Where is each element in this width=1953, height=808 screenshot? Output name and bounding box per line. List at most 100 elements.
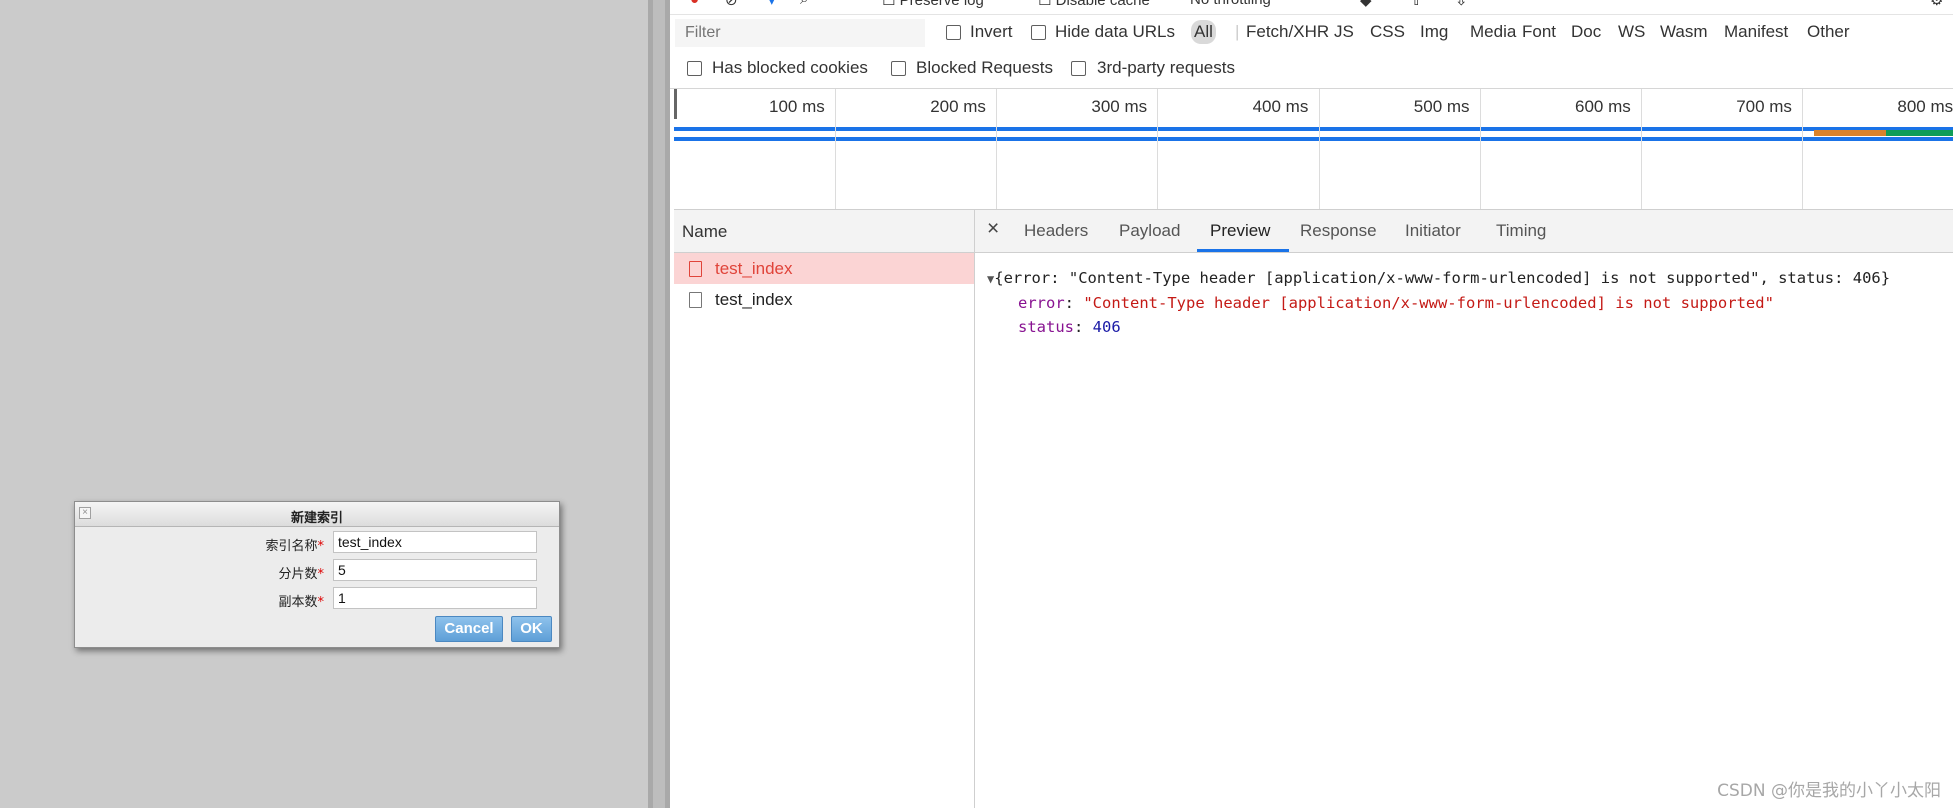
document-icon (689, 261, 702, 277)
type-filter-media[interactable]: Media (1470, 22, 1516, 42)
type-filter-js[interactable]: JS (1334, 22, 1354, 42)
upload-icon[interactable]: ⇧ (1410, 0, 1423, 9)
name-column-header[interactable]: Name (674, 210, 974, 253)
replicas-label: 副本数* (278, 595, 324, 610)
shards-label: 分片数* (278, 567, 324, 582)
timeline-gridline (996, 89, 998, 209)
timeline-gridline (1479, 89, 1481, 209)
type-filter-wasm[interactable]: Wasm (1660, 22, 1708, 42)
record-icon[interactable]: ● (690, 0, 699, 8)
has-blocked-cookies-checkbox[interactable] (687, 61, 702, 76)
request-name: test_index (715, 259, 793, 278)
watermark: CSDN @你是我的小丫小太阳 (1717, 781, 1941, 801)
json-key: error (1018, 294, 1065, 312)
dialog-title: 新建索引 (290, 511, 343, 526)
timeline-gridline (1802, 89, 1804, 209)
wifi-icon[interactable]: ◆ (1360, 0, 1372, 9)
toolbar-strip: ● ⊘ ▾ ⌕ ☐ Preserve log ☐ Disable cache N… (670, 0, 1953, 15)
type-filter-all[interactable]: All (1191, 20, 1216, 44)
hide-data-urls-label: Hide data URLs (1055, 22, 1176, 41)
ok-button[interactable]: OK (511, 616, 552, 642)
third-party-requests-checkbox[interactable] (1071, 61, 1086, 76)
cancel-button[interactable]: Cancel (435, 616, 503, 642)
invert-checkbox[interactable] (946, 25, 961, 40)
invert-label: Invert (970, 22, 1013, 41)
type-filter-font[interactable]: Font (1522, 22, 1556, 42)
blocked-requests-checkbox[interactable] (891, 61, 906, 76)
timeline-gridline (835, 89, 836, 209)
request-bar-1 (674, 127, 1953, 131)
timeline-gridline (1318, 89, 1320, 209)
tab-payload[interactable]: Payload (1119, 221, 1180, 241)
request-row[interactable]: test_index (674, 284, 974, 315)
filter-icon[interactable]: ▾ (768, 0, 776, 9)
hide-data-urls-checkbox[interactable] (1031, 25, 1046, 40)
settings-gear-icon[interactable]: ⚙ (1930, 0, 1943, 9)
json-status-line: status: 406 (1018, 318, 1121, 336)
index-name-label: 索引名称* (265, 539, 324, 554)
filter-row: Invert Hide data URLs All | Fetch/XHR JS… (670, 15, 1953, 51)
app-area (0, 0, 648, 808)
timeline-tick-label: 500 ms (1413, 97, 1470, 116)
json-preview: ▼{error: "Content-Type header [applicati… (975, 252, 1953, 808)
timeline-tick-label: 300 ms (1091, 97, 1148, 116)
tab-timing[interactable]: Timing (1496, 221, 1546, 241)
preserve-log-toggle[interactable]: ☐ Preserve log (882, 0, 984, 9)
request-detail-panel: × Headers Payload Preview Response Initi… (975, 210, 1953, 808)
splitter-handle[interactable] (653, 0, 665, 808)
field-row-shards: 分片数* (75, 559, 559, 582)
json-error-line: error: "Content-Type header [application… (1018, 294, 1774, 312)
type-filter-manifest[interactable]: Manifest (1724, 22, 1788, 42)
tab-response[interactable]: Response (1300, 221, 1377, 241)
field-row-index-name: 索引名称* (75, 531, 559, 554)
document-icon (689, 292, 702, 308)
name-column-label: Name (682, 222, 728, 241)
throttling-select[interactable]: No throttling (1190, 0, 1271, 8)
replicas-input[interactable] (333, 587, 537, 609)
waiting-segment (1814, 130, 1886, 136)
third-party-requests-label: 3rd-party requests (1097, 58, 1235, 77)
index-name-input[interactable] (333, 531, 537, 553)
json-key: status (1018, 318, 1074, 336)
json-number-value: 406 (1092, 318, 1121, 336)
type-filter-other[interactable]: Other (1807, 22, 1850, 42)
network-timeline-overview[interactable]: 100 ms 200 ms 300 ms 400 ms 500 ms 600 ms 700 … (674, 89, 1953, 210)
type-filter-fetch-xhr[interactable]: Fetch/XHR (1246, 22, 1329, 42)
panel-splitter[interactable] (648, 0, 670, 808)
shards-input[interactable] (333, 559, 537, 581)
type-filter-css[interactable]: CSS (1370, 22, 1405, 42)
close-icon[interactable]: × (987, 217, 999, 241)
json-summary: {error: "Content-Type header [applicatio… (994, 269, 1891, 287)
tab-headers[interactable]: Headers (1024, 221, 1088, 241)
request-bar-2 (674, 137, 1953, 141)
field-row-replicas: 副本数* (75, 587, 559, 610)
type-filter-img[interactable]: Img (1420, 22, 1448, 42)
type-filter-doc[interactable]: Doc (1571, 22, 1601, 42)
timeline-tick-label: 100 ms (769, 97, 825, 116)
type-filter-ws[interactable]: WS (1618, 22, 1645, 42)
search-icon[interactable]: ⌕ (800, 0, 808, 8)
disable-cache-toggle[interactable]: ☐ Disable cache (1038, 0, 1150, 9)
timeline-gridline (1641, 89, 1642, 209)
detail-tabbar: × Headers Payload Preview Response Initi… (975, 210, 1953, 253)
timeline-tick-label: 700 ms (1736, 97, 1792, 116)
timeline-start-marker (674, 89, 677, 119)
timeline-gridline (1157, 89, 1159, 209)
request-list: Name test_index test_index (674, 210, 975, 808)
json-summary-line[interactable]: ▼{error: "Content-Type header [applicati… (987, 269, 1890, 287)
dialog-titlebar[interactable]: × 新建索引 (75, 502, 559, 527)
tab-preview[interactable]: Preview (1210, 221, 1270, 241)
devtools-network-panel: ● ⊘ ▾ ⌕ ☐ Preserve log ☐ Disable cache N… (670, 0, 1953, 808)
download-segment (1886, 130, 1953, 136)
timeline-tick-label: 400 ms (1252, 97, 1309, 116)
filter-input[interactable] (675, 19, 925, 47)
clear-icon[interactable]: ⊘ (725, 0, 738, 9)
request-name: test_index (715, 290, 793, 309)
timeline-tick-label: 600 ms (1575, 97, 1631, 116)
download-icon[interactable]: ⇩ (1455, 0, 1468, 9)
json-string-value: "Content-Type header [application/x-www-… (1083, 294, 1774, 312)
timeline-tick-label: 800 ms (1897, 97, 1953, 116)
tab-initiator[interactable]: Initiator (1405, 221, 1461, 241)
request-row-selected[interactable]: test_index (674, 253, 974, 284)
timeline-tick-label: 200 ms (930, 97, 986, 116)
